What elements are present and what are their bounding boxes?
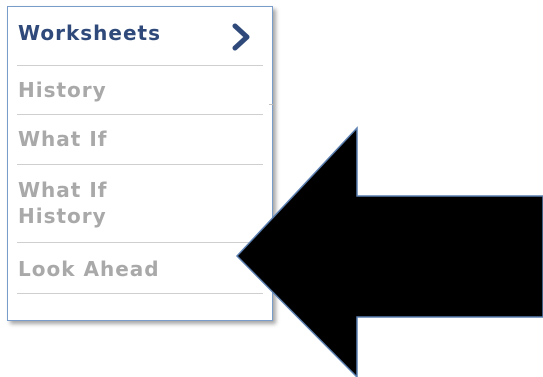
menu-item-what-if[interactable]: What If <box>17 115 263 165</box>
menu-item-worksheets[interactable]: Worksheets <box>17 17 263 66</box>
menu-item-label: Worksheets <box>18 21 161 45</box>
sidebar-menu: Worksheets History What If What If Histo… <box>7 6 273 321</box>
menu-item-look-ahead[interactable]: Look Ahead <box>17 243 263 294</box>
menu-item-what-if-history[interactable]: What If History <box>17 165 263 243</box>
menu-item-label: Look Ahead <box>18 257 160 281</box>
menu-item-label: What If History <box>18 178 108 228</box>
chevron-right-icon[interactable] <box>229 23 253 51</box>
menu-item-label: History <box>18 78 107 102</box>
menu-item-label: What If <box>18 127 108 151</box>
divider <box>269 104 273 105</box>
menu-item-history[interactable]: History <box>17 66 263 115</box>
